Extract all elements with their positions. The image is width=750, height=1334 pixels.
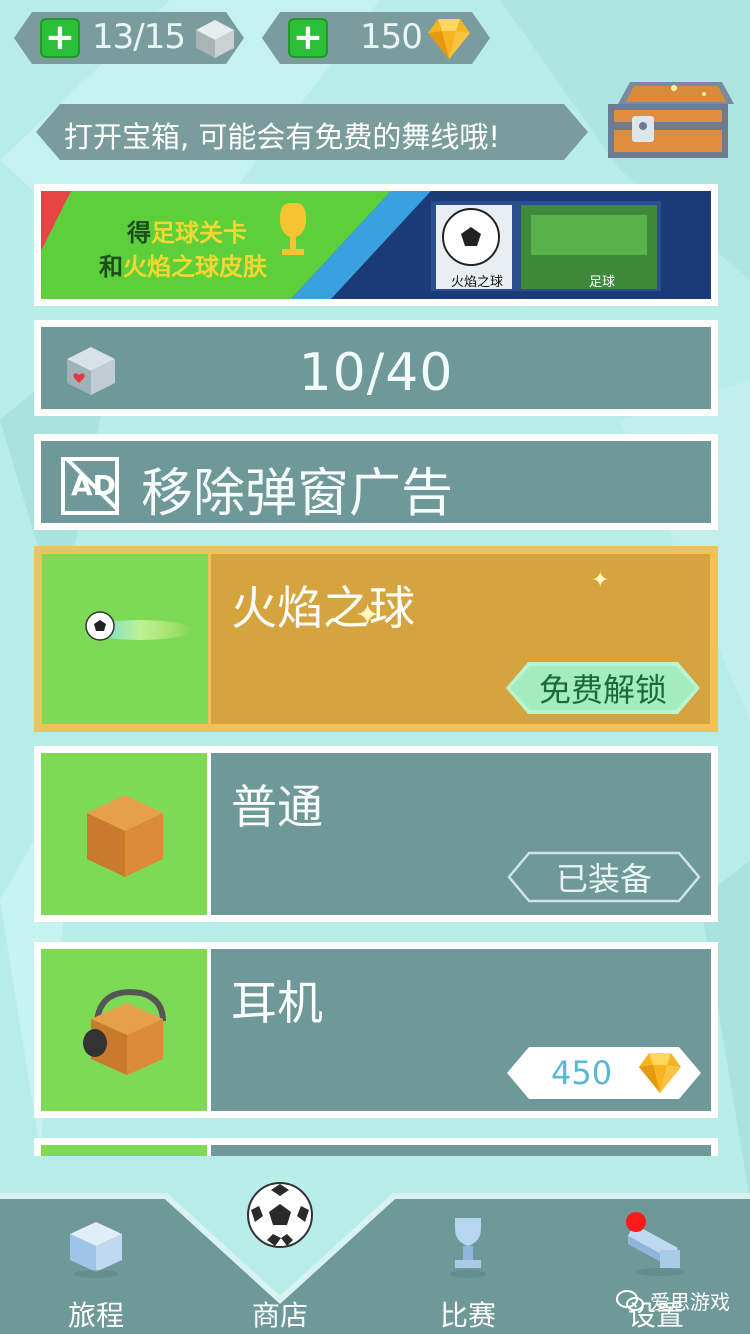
skin-info: 火焰之球 ✦ ✦ 免费解锁 bbox=[211, 554, 710, 724]
skin-name: 耳机 bbox=[231, 976, 323, 1030]
nav-journey[interactable]: 旅程 bbox=[36, 1210, 156, 1334]
wechat-icon bbox=[616, 1289, 644, 1311]
skin-item-fireball[interactable]: 火焰之球 ✦ ✦ 免费解锁 bbox=[34, 546, 718, 732]
equipped-badge: 已装备 bbox=[507, 851, 701, 903]
promo-art: 得足球关卡 和火焰之球皮肤 火焰之球 足球 bbox=[41, 191, 711, 299]
trophy-icon bbox=[450, 1218, 486, 1278]
free-unlock-button[interactable]: 免费解锁 bbox=[506, 662, 700, 714]
gold-gem-icon bbox=[426, 17, 472, 61]
nav-settings[interactable]: 设置 bbox=[596, 1210, 716, 1334]
notification-dot bbox=[626, 1212, 646, 1232]
skin-info bbox=[211, 1145, 711, 1156]
skin-thumb bbox=[41, 1145, 207, 1156]
nav-match[interactable]: 比赛 bbox=[408, 1210, 528, 1334]
gold-gem-icon bbox=[637, 1051, 683, 1095]
energy-counter: + 13/15 bbox=[14, 12, 244, 64]
nav-shop[interactable]: 商店 bbox=[220, 1180, 340, 1334]
add-coins-button[interactable]: + bbox=[288, 18, 328, 58]
skin-thumb bbox=[41, 753, 207, 915]
promo-level-caption: 足球 bbox=[589, 275, 616, 290]
tip-banner: 打开宝箱, 可能会有免费的舞线哦! bbox=[36, 104, 588, 160]
skin-info: 耳机 450 bbox=[211, 949, 711, 1111]
buy-price-button[interactable]: 450 bbox=[507, 1047, 701, 1099]
add-energy-button[interactable]: + bbox=[40, 18, 80, 58]
promo-skin-caption: 火焰之球 bbox=[451, 275, 504, 290]
nav-label: 比赛 bbox=[439, 1299, 496, 1332]
remove-ads-button[interactable]: AD 移除弹窗广告 bbox=[34, 434, 718, 530]
promo-line1: 得足球关卡 bbox=[127, 219, 247, 247]
journey-icon bbox=[70, 1222, 122, 1278]
sparkle-icon: ✦ bbox=[591, 568, 610, 593]
skin-item-normal[interactable]: 普通 已装备 bbox=[34, 746, 718, 922]
treasure-chest-icon[interactable] bbox=[604, 78, 736, 160]
energy-value: 13/15 bbox=[92, 17, 185, 57]
orange-cube-icon bbox=[87, 795, 163, 877]
promo-line2: 和火焰之球皮肤 bbox=[99, 253, 267, 281]
shop-list[interactable]: 得足球关卡 和火焰之球皮肤 火焰之球 足球 10/40 AD bbox=[34, 180, 718, 1156]
nav-label: 商店 bbox=[251, 1299, 308, 1332]
watermark: 爱思游戏 bbox=[616, 1286, 730, 1315]
promo-banner[interactable]: 得足球关卡 和火焰之球皮肤 火焰之球 足球 bbox=[34, 184, 718, 306]
fireball-skin-icon bbox=[85, 611, 192, 641]
sparkle-icon: ✦ bbox=[355, 598, 381, 633]
coin-value: 150 bbox=[360, 17, 422, 57]
collection-counter-card: 10/40 bbox=[34, 320, 718, 416]
skin-name: 火焰之球 bbox=[231, 581, 415, 635]
skin-info: 普通 已装备 bbox=[211, 753, 711, 915]
tip-text: 打开宝箱, 可能会有免费的舞线哦! bbox=[64, 120, 501, 154]
skin-thumb bbox=[41, 949, 207, 1111]
coin-counter: + 150 bbox=[262, 12, 490, 64]
skin-item-headphones[interactable]: 耳机 450 bbox=[34, 942, 718, 1118]
gray-cube-icon bbox=[194, 18, 236, 60]
nav-label: 旅程 bbox=[67, 1299, 124, 1332]
skin-item-partial[interactable] bbox=[34, 1138, 718, 1156]
skin-name: 普通 bbox=[231, 780, 323, 834]
remove-ads-label: 移除弹窗广告 bbox=[141, 464, 454, 524]
skin-thumb bbox=[42, 554, 208, 724]
headphones-cube-icon bbox=[83, 989, 166, 1075]
collection-count: 10/40 bbox=[298, 343, 454, 403]
soccer-ball-icon bbox=[247, 1182, 313, 1248]
no-ad-icon: AD bbox=[61, 457, 119, 515]
